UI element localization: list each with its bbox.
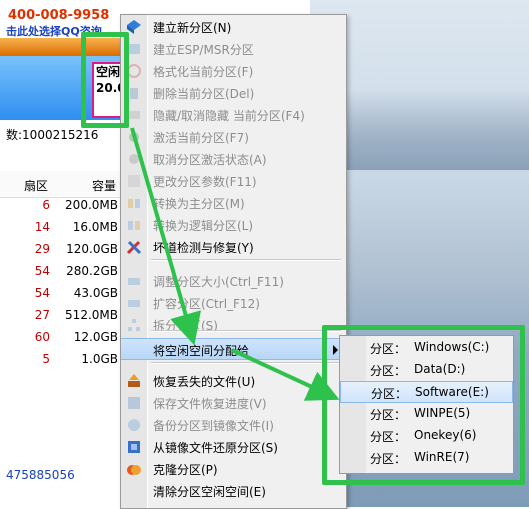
arrow-to-submenu (231, 348, 340, 401)
arrow-to-menu-item (130, 127, 201, 346)
annotation-arrows (130, 127, 340, 401)
